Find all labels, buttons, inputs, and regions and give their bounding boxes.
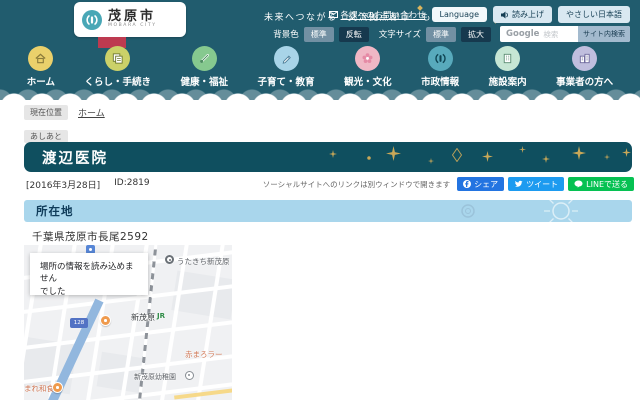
breadcrumb-home-link[interactable]: ホーム bbox=[78, 106, 105, 119]
page-title-bar: 渡辺医院 bbox=[24, 142, 632, 172]
site-logo[interactable]: 茂原市 MOBARA CITY bbox=[74, 2, 186, 37]
nav-item-jigyosha[interactable]: 事業者の方へ bbox=[556, 46, 613, 88]
google-logo: Google bbox=[500, 29, 539, 39]
nav-item-home[interactable]: ホーム bbox=[27, 46, 55, 88]
section-header-location: 所在地 bbox=[24, 200, 632, 222]
footprint-row: あしあと bbox=[24, 124, 68, 143]
poi-label-washoku[interactable]: まれ和食 bbox=[24, 383, 54, 394]
section-title: 所在地 bbox=[36, 203, 74, 219]
easy-japanese-button[interactable]: やさしい日本語 bbox=[558, 6, 630, 23]
twitter-bird-icon bbox=[514, 180, 523, 188]
article-id: ID:2819 bbox=[114, 178, 150, 191]
read-aloud-button[interactable]: 読み上げ bbox=[493, 6, 552, 23]
jr-logo: JR bbox=[157, 312, 165, 320]
facebook-share-button[interactable]: シェア bbox=[457, 177, 504, 191]
address-text: 千葉県茂原市長尾2592 bbox=[32, 229, 149, 244]
flower-decor-icon bbox=[459, 202, 477, 220]
sparkle-icon bbox=[542, 155, 550, 163]
utility-row-bottom: 背景色 標準 反転 文字サイズ 標準 拡大 Google 検索 サイト内検索 bbox=[273, 26, 630, 42]
facebook-icon bbox=[463, 180, 471, 188]
contact-link[interactable]: 各課へのお問い合わせ bbox=[329, 9, 426, 21]
station-label[interactable]: 新茂原 bbox=[131, 312, 155, 323]
nav-item-kurashi[interactable]: くらし・手続き bbox=[84, 46, 151, 88]
sparkle-icon bbox=[622, 148, 631, 157]
nav-item-shisei[interactable]: 市政情報 bbox=[421, 46, 459, 88]
mail-icon bbox=[329, 11, 338, 18]
speaker-icon bbox=[501, 11, 509, 19]
font-size-label: 文字サイズ bbox=[379, 28, 421, 40]
social-share-row: ソーシャルサイトへのリンクは別ウィンドウで開きます シェア ツイート LINEで… bbox=[263, 177, 634, 191]
nav-item-kenko[interactable]: 健康・福祉 bbox=[181, 46, 229, 88]
poi-orange-marker[interactable] bbox=[52, 382, 63, 393]
home-icon bbox=[28, 46, 53, 71]
breadcrumb: 現在位置 ホーム bbox=[24, 105, 105, 120]
site-header: 茂原市 MOBARA CITY 未来へつながる 交流拠点都市 もばら 各課へのお… bbox=[0, 0, 640, 100]
building-icon bbox=[495, 46, 520, 71]
documents-icon bbox=[105, 46, 130, 71]
office-buildings-icon bbox=[572, 46, 597, 71]
sparkle-icon bbox=[482, 151, 493, 162]
route-shield: 128 bbox=[70, 318, 88, 328]
site-search-button[interactable]: サイト内検索 bbox=[578, 26, 630, 42]
pencil-icon bbox=[274, 46, 299, 71]
current-position-label: 現在位置 bbox=[24, 105, 68, 120]
city-emblem-icon bbox=[82, 10, 102, 30]
sparkle-icon bbox=[572, 146, 586, 160]
map-error-line1: 場所の情報を読み込めません bbox=[40, 261, 140, 286]
article-date: [2016年3月28日] bbox=[26, 178, 100, 191]
social-note: ソーシャルサイトへのリンクは別ウィンドウで開きます bbox=[263, 179, 450, 190]
poi-label-ramen[interactable]: 赤まろラー bbox=[185, 349, 223, 360]
font-large-button[interactable]: 拡大 bbox=[461, 27, 491, 42]
scallop-edge bbox=[0, 86, 640, 101]
sparkle-icon bbox=[428, 158, 434, 164]
poi-label-utakichi[interactable]: うたきち新茂原 bbox=[177, 256, 230, 267]
page-title: 渡辺医院 bbox=[42, 147, 108, 168]
map-error-line2: でした bbox=[40, 286, 140, 298]
thermometer-icon bbox=[192, 46, 217, 71]
diamond-outline-icon bbox=[452, 148, 462, 162]
nav-item-kanko[interactable]: 観光・文化 bbox=[344, 46, 392, 88]
sparkle-icon bbox=[329, 150, 337, 158]
sparkle-icon bbox=[386, 146, 401, 161]
poi-orange-marker[interactable] bbox=[100, 315, 111, 326]
bg-invert-button[interactable]: 反転 bbox=[339, 27, 369, 42]
poi-kindergarten-marker[interactable] bbox=[185, 371, 194, 380]
nav-item-kosodate[interactable]: 子育て・教育 bbox=[258, 46, 315, 88]
twitter-share-button[interactable]: ツイート bbox=[508, 177, 564, 191]
main-nav: ホーム くらし・手続き 健康・福祉 子育て・教育 bbox=[0, 46, 640, 88]
mobara-city-page: 茂原市 MOBARA CITY 未来へつながる 交流拠点都市 もばら 各課へのお… bbox=[0, 0, 640, 400]
poi-label-kindergarten[interactable]: 新茂原幼稚園 bbox=[134, 372, 176, 382]
bg-standard-button[interactable]: 標準 bbox=[304, 27, 334, 42]
city-emblem-nav-icon bbox=[428, 46, 453, 71]
article-meta: [2016年3月28日] ID:2819 bbox=[26, 178, 150, 191]
line-icon bbox=[574, 180, 583, 188]
bg-color-label: 背景色 bbox=[273, 28, 299, 40]
utility-row-top: 各課へのお問い合わせ Language 読み上げ やさしい日本語 bbox=[329, 6, 631, 23]
sparkle-icon bbox=[367, 156, 371, 160]
site-search-input[interactable]: Google 検索 サイト内検索 bbox=[500, 26, 630, 42]
logo-subtitle: MOBARA CITY bbox=[108, 24, 157, 29]
search-placeholder: 検索 bbox=[539, 29, 578, 40]
poi-ring-marker[interactable] bbox=[165, 255, 174, 264]
line-share-button[interactable]: LINEで送る bbox=[568, 177, 634, 191]
sun-decor-icon bbox=[542, 200, 580, 222]
sparkle-icon bbox=[519, 146, 526, 153]
sparkle-icon bbox=[604, 154, 610, 160]
language-button[interactable]: Language bbox=[432, 7, 487, 22]
font-standard-button[interactable]: 標準 bbox=[426, 27, 456, 42]
map-embed[interactable]: うたきち新茂原 新茂原 JR 128 赤まろラー 新茂原幼稚園 まれ和食 場所の… bbox=[24, 245, 232, 400]
map-error-box: 場所の情報を読み込めません でした bbox=[30, 253, 148, 295]
nav-item-shisetsu[interactable]: 施設案内 bbox=[489, 46, 527, 88]
flower-icon bbox=[355, 46, 380, 71]
